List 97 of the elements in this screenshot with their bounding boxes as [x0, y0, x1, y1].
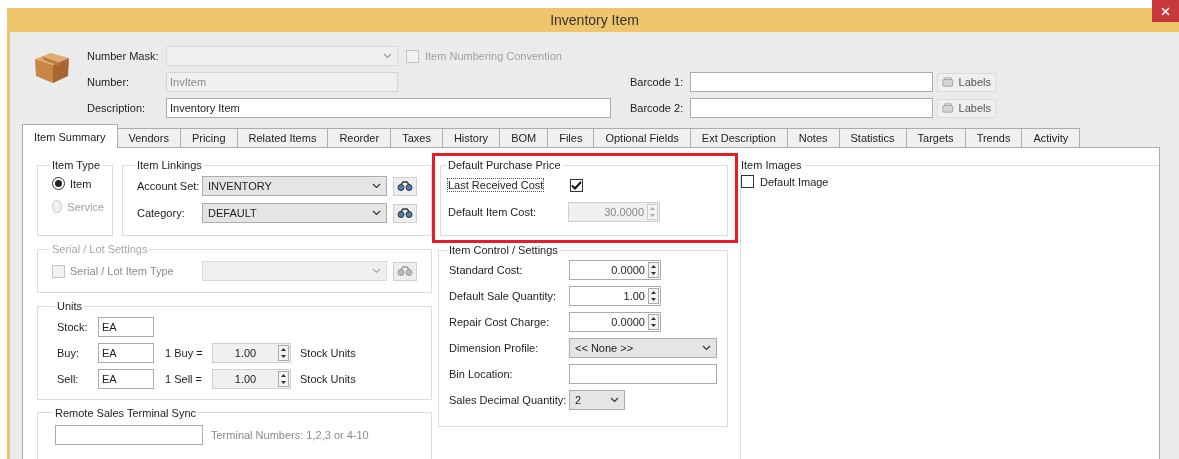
dropdown[interactable]: 2 — [569, 390, 625, 410]
field-label: Default Item Cost: — [448, 206, 538, 218]
field-label: Stock: — [57, 320, 89, 333]
tab[interactable]: Reorder — [327, 128, 392, 147]
field-label: Stock Units — [300, 372, 356, 385]
number-spinner[interactable]: 1.00 — [569, 286, 661, 306]
field-label: Dimension Profile: — [449, 342, 540, 354]
checkbox-label: Item Numbering Convention — [425, 50, 562, 62]
chevron-down-icon — [372, 183, 381, 189]
spin-arrows-icon — [648, 262, 659, 278]
checkbox[interactable] — [741, 175, 754, 188]
field-label: Default Sale Quantity: — [449, 290, 557, 302]
field-label: Sales Decimal Quantity: — [449, 394, 568, 406]
unit-field[interactable]: EA — [98, 342, 154, 363]
tab[interactable]: BOM — [499, 128, 549, 147]
group-title: Item Type — [51, 159, 102, 171]
box-icon — [33, 50, 71, 84]
tray-icon — [942, 76, 954, 88]
number-spinner[interactable]: 1.00 — [212, 342, 291, 363]
binoculars-icon — [397, 266, 413, 276]
field-label: Number: — [87, 76, 131, 88]
terminal-field[interactable] — [55, 424, 203, 445]
field-label: Category: — [137, 207, 186, 219]
tab[interactable]: Files — [547, 128, 595, 147]
tab[interactable]: Optional Fields — [593, 128, 691, 147]
hint-text: Terminal Numbers: 1,2,3 or 4-10 — [211, 428, 369, 441]
bin-location-field[interactable] — [569, 364, 717, 384]
lookup-button[interactable] — [393, 203, 417, 223]
spin-arrows-icon — [278, 344, 289, 361]
field-label: Bin Location: — [449, 368, 514, 380]
group-title: Serial / Lot Settings — [51, 243, 149, 255]
group-title: Units — [56, 300, 84, 313]
close-button[interactable] — [1152, 0, 1179, 22]
labels-button[interactable]: Labels — [937, 98, 996, 118]
chevron-down-icon — [610, 397, 619, 403]
lookup-button[interactable] — [393, 176, 417, 196]
tab[interactable]: Ext Description — [689, 128, 788, 147]
dropdown[interactable]: INVENTORY — [202, 176, 387, 196]
field-label: 1 Buy = — [165, 346, 204, 359]
field-label: Standard Cost: — [449, 264, 524, 276]
radio-button[interactable] — [52, 177, 65, 190]
dropdown[interactable]: << None >> — [569, 338, 717, 358]
tab[interactable]: Related Items — [236, 128, 329, 147]
binoculars-icon — [397, 208, 413, 218]
checkbox-label: Default Image — [760, 175, 829, 188]
number-spinner[interactable]: 1.00 — [212, 368, 291, 389]
tab[interactable]: Notes — [786, 128, 840, 147]
number-spinner[interactable]: 0.0000 — [569, 312, 661, 332]
group-title: Item Linkings — [136, 159, 203, 171]
field-label: Barcode 2: — [630, 102, 685, 114]
field-label: Account Set: — [137, 180, 201, 192]
dropdown[interactable]: DEFAULT — [202, 203, 387, 223]
radio-label: Item — [70, 177, 92, 190]
tab[interactable]: Item Summary — [22, 124, 118, 148]
group-title: Item Images — [740, 159, 803, 171]
tab[interactable]: Pricing — [179, 128, 238, 147]
tab[interactable]: Statistics — [838, 128, 907, 147]
field-label: Buy: — [57, 346, 80, 359]
chevron-down-icon — [372, 268, 381, 274]
group-title: Item Control / Settings — [448, 244, 559, 256]
field-label: Number Mask: — [87, 50, 160, 62]
field-label: Repair Cost Charge: — [449, 316, 551, 328]
field-label: Description: — [87, 102, 147, 114]
window-title: Inventory Item — [550, 12, 639, 28]
spin-arrows-icon — [648, 314, 659, 330]
number-spinner[interactable]: 0.0000 — [569, 260, 661, 280]
labels-button[interactable]: Labels — [937, 72, 996, 92]
spin-arrows-icon — [648, 288, 659, 304]
group-title: Remote Sales Terminal Sync — [54, 406, 198, 419]
barcode-field[interactable] — [690, 72, 933, 92]
chevron-down-icon — [372, 210, 381, 216]
field-label: Barcode 1: — [630, 76, 685, 88]
tab[interactable]: Targets — [905, 128, 966, 147]
field-label: 1 Sell = — [165, 372, 203, 385]
group-title: Default Purchase Price — [447, 159, 562, 171]
checkbox-label: Serial / Lot Item Type — [70, 265, 175, 277]
tray-icon — [942, 102, 954, 114]
checkbox[interactable] — [570, 178, 584, 192]
description-field[interactable]: Inventory Item — [166, 98, 611, 118]
binoculars-icon — [397, 181, 413, 191]
close-icon — [1161, 6, 1170, 16]
radio-label: Service — [67, 200, 104, 213]
checkbox-label: Last Received Cost — [448, 179, 544, 191]
chevron-down-icon — [702, 345, 711, 351]
unit-field[interactable]: EA — [98, 368, 154, 389]
tab[interactable]: Taxes — [390, 128, 443, 147]
field-label: Stock Units — [300, 346, 356, 359]
tab[interactable]: Activity — [1021, 128, 1081, 147]
unit-field[interactable]: EA — [98, 316, 154, 337]
chevron-down-icon — [383, 53, 392, 59]
field-label: Sell: — [57, 372, 80, 385]
tab[interactable]: History — [441, 128, 501, 147]
spin-arrows-icon — [647, 204, 658, 220]
tab[interactable]: Trends — [964, 128, 1023, 147]
barcode-field[interactable] — [690, 98, 933, 118]
tab[interactable]: Vendors — [116, 128, 181, 147]
spin-arrows-icon — [278, 370, 289, 387]
